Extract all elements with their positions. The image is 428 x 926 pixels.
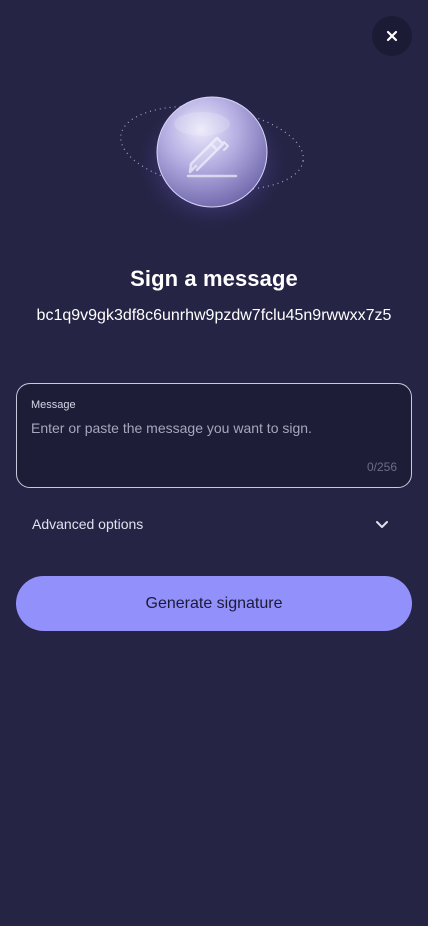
- chevron-down-icon: [376, 521, 388, 528]
- generate-signature-button[interactable]: Generate signature: [16, 576, 412, 631]
- wallet-address: bc1q9v9gk3df8c6unrhw9pzdw7fclu45n9rwwxx7…: [36, 307, 392, 324]
- close-button[interactable]: [372, 16, 412, 56]
- sign-illustration: [114, 82, 314, 232]
- page-title: Sign a message: [130, 266, 298, 291]
- message-input[interactable]: [31, 419, 391, 459]
- message-field[interactable]: Message 0/256: [16, 383, 412, 488]
- close-icon: [386, 30, 398, 42]
- character-counter: 0/256: [366, 460, 397, 474]
- message-label: Message: [31, 399, 76, 411]
- advanced-options-toggle[interactable]: Advanced options: [16, 504, 410, 544]
- advanced-options-label: Advanced options: [32, 516, 144, 532]
